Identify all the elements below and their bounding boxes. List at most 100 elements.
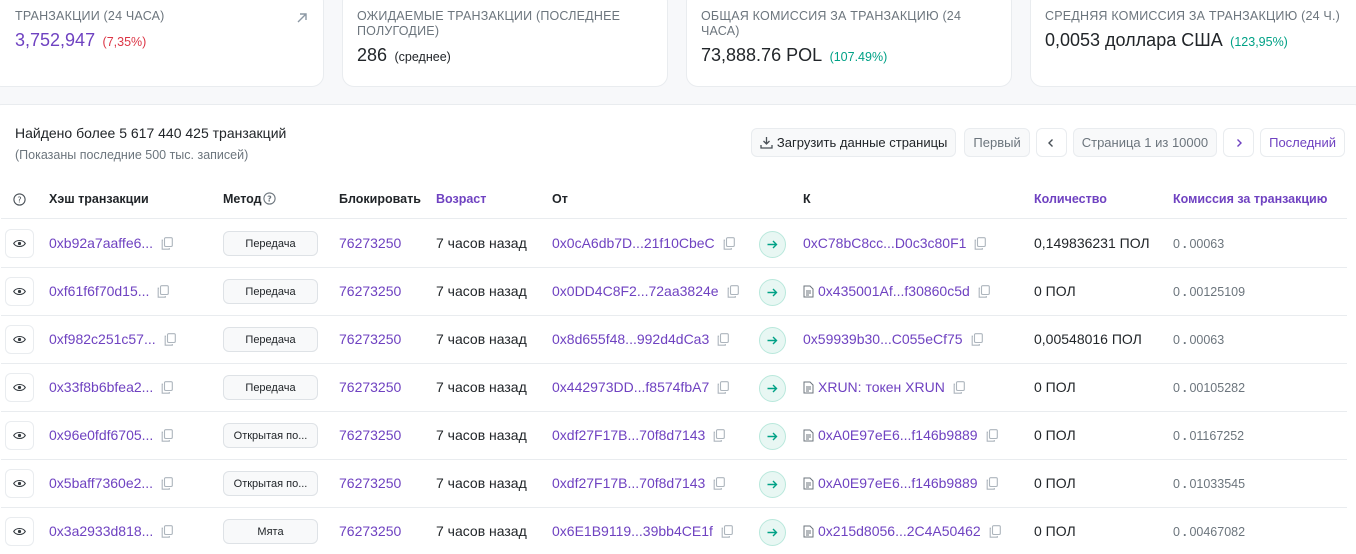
contract-icon xyxy=(803,477,814,490)
block-link[interactable]: 76273250 xyxy=(339,475,401,491)
copy-icon[interactable] xyxy=(161,381,174,394)
stat-value: 73,888.76 POL xyxy=(701,45,823,65)
copy-icon[interactable] xyxy=(161,237,173,250)
method-badge: Передача xyxy=(223,327,318,352)
col-age-toggle[interactable]: Возраст xyxy=(436,192,486,206)
copy-icon[interactable] xyxy=(161,525,174,538)
transactions-panel: Найдено более 5 617 440 425 транзакций (… xyxy=(0,104,1356,554)
arrow-right-icon xyxy=(767,384,778,393)
view-details-button[interactable] xyxy=(5,325,34,354)
col-amount-toggle[interactable]: Количество xyxy=(1034,192,1107,206)
view-details-button[interactable] xyxy=(5,373,34,402)
svg-text:?: ? xyxy=(17,195,21,204)
download-label: Загрузить данные страницы xyxy=(776,135,948,150)
fee-integer: 0 xyxy=(1173,381,1180,395)
prev-page-button[interactable] xyxy=(1035,128,1067,157)
method-help-icon[interactable]: ? xyxy=(262,192,276,205)
first-page-button[interactable]: Первый xyxy=(964,128,1030,157)
fee-separator: . xyxy=(1182,333,1187,347)
page-indicator: Страница 1 из 10000 xyxy=(1072,128,1218,157)
copy-icon[interactable] xyxy=(978,285,990,298)
fee-integer: 0 xyxy=(1173,333,1180,347)
fee-fraction: 00125109 xyxy=(1189,285,1246,299)
copy-icon[interactable] xyxy=(986,477,998,490)
col-method-label: Метод xyxy=(223,192,262,206)
method-badge: Передача xyxy=(223,279,318,304)
copy-icon[interactable] xyxy=(164,333,176,346)
block-link[interactable]: 76273250 xyxy=(339,523,401,539)
tx-hash-link[interactable]: 0xf982c251c57... xyxy=(49,331,156,347)
view-details-button[interactable] xyxy=(5,469,34,498)
from-address-link[interactable]: 0x442973DD...f8574fbA7 xyxy=(552,379,709,395)
direction-arrow xyxy=(759,375,786,402)
stat-label: ТРАНЗАКЦИИ (24 ЧАСА) xyxy=(15,9,165,23)
arrow-up-right-icon[interactable] xyxy=(295,11,309,25)
view-details-button[interactable] xyxy=(5,277,34,306)
direction-arrow xyxy=(759,423,786,450)
copy-icon[interactable] xyxy=(727,285,739,298)
tx-hash-link[interactable]: 0xf61f6f70d15... xyxy=(49,283,149,299)
contract-icon xyxy=(803,429,814,442)
block-link[interactable]: 76273250 xyxy=(339,427,401,443)
amount-text: 0 ПОЛ xyxy=(1034,283,1076,299)
copy-icon[interactable] xyxy=(971,333,983,346)
tx-hash-link[interactable]: 0x96e0fdf6705... xyxy=(49,427,153,443)
fee-separator: . xyxy=(1182,525,1187,539)
copy-icon[interactable] xyxy=(717,333,730,346)
copy-icon[interactable] xyxy=(953,381,965,394)
chevron-right-icon xyxy=(1236,138,1242,147)
next-page-button[interactable] xyxy=(1223,128,1255,157)
to-address-link[interactable]: 0x215d8056...2C4A50462 xyxy=(818,523,981,539)
col-fee-toggle[interactable]: Комиссия за транзакцию xyxy=(1173,192,1327,206)
from-address-link[interactable]: 0x0DD4C8F2...72aa3824e xyxy=(552,283,719,299)
last-page-button[interactable]: Последний xyxy=(1260,128,1345,157)
col-hash: Хэш транзакции xyxy=(49,192,149,206)
help-circle-icon[interactable]: ? xyxy=(13,193,26,206)
copy-icon[interactable] xyxy=(161,477,173,490)
stat-change: (123,95%) xyxy=(1230,35,1288,49)
fee-separator: . xyxy=(1182,429,1187,443)
view-details-button[interactable] xyxy=(5,517,34,546)
copy-icon[interactable] xyxy=(721,525,733,538)
to-address-link[interactable]: 0x59939b30...C055eCf75 xyxy=(803,331,963,347)
to-address-link[interactable]: 0x435001Af...f30860c5d xyxy=(818,283,970,299)
fee-text: 0. 00063 xyxy=(1173,237,1224,251)
from-address-link[interactable]: 0x6E1B9119...39bb4CE1f xyxy=(552,523,713,539)
to-address-link[interactable]: 0xC78bC8cc...D0c3c80F1 xyxy=(803,235,966,251)
view-details-button[interactable] xyxy=(5,229,34,258)
from-address-link[interactable]: 0xdf27F17B...70f8d7143 xyxy=(552,475,705,491)
view-details-button[interactable] xyxy=(5,421,34,450)
stat-label: ОБЩАЯ КОМИССИЯ ЗА ТРАНЗАКЦИЮ (24 ЧАСА) xyxy=(701,9,962,38)
amount-text: 0 ПОЛ xyxy=(1034,523,1076,539)
from-address-link[interactable]: 0xdf27F17B...70f8d7143 xyxy=(552,427,705,443)
to-address-link[interactable]: 0xA0E97eE6...f146b9889 xyxy=(818,475,978,491)
copy-icon[interactable] xyxy=(989,525,1001,538)
copy-icon[interactable] xyxy=(713,429,726,442)
block-link[interactable]: 76273250 xyxy=(339,283,401,299)
tx-hash-link[interactable]: 0x3a2933d818... xyxy=(49,523,153,539)
copy-icon[interactable] xyxy=(161,429,174,442)
from-address-link[interactable]: 0x8d655f48...992d4dCa3 xyxy=(552,331,709,347)
pagination: Загрузить данные страницы Первый Страниц… xyxy=(750,128,1345,157)
table-row: 0xf61f6f70d15... Передача 76273250 7 часов … xyxy=(1,268,1347,316)
fee-integer: 0 xyxy=(1173,477,1180,491)
block-link[interactable]: 76273250 xyxy=(339,379,401,395)
age-text: 7 часов назад xyxy=(436,523,527,539)
copy-icon[interactable] xyxy=(974,237,987,250)
from-address-link[interactable]: 0x0cA6db7D...21f10CbeC xyxy=(552,235,715,251)
tx-hash-link[interactable]: 0x33f8b6bfea2... xyxy=(49,379,153,395)
copy-icon[interactable] xyxy=(717,381,730,394)
block-link[interactable]: 76273250 xyxy=(339,235,401,251)
download-page-data-button[interactable]: Загрузить данные страницы xyxy=(750,128,957,157)
to-address-link[interactable]: XRUN: токен XRUN xyxy=(818,379,945,395)
copy-icon[interactable] xyxy=(986,429,998,442)
amount-text: 0 ПОЛ xyxy=(1034,475,1076,491)
copy-icon[interactable] xyxy=(157,285,170,298)
tx-hash-link[interactable]: 0xb92a7aaffe6... xyxy=(49,235,153,251)
copy-icon[interactable] xyxy=(713,477,726,490)
to-address-link[interactable]: 0xA0E97eE6...f146b9889 xyxy=(818,427,978,443)
copy-icon[interactable] xyxy=(723,237,735,250)
block-link[interactable]: 76273250 xyxy=(339,331,401,347)
stat-card-total-fee: ОБЩАЯ КОМИССИЯ ЗА ТРАНЗАКЦИЮ (24 ЧАСА) 7… xyxy=(686,0,1012,87)
tx-hash-link[interactable]: 0x5baff7360e2... xyxy=(49,475,153,491)
